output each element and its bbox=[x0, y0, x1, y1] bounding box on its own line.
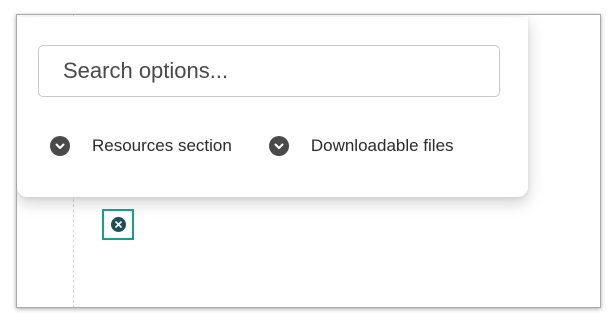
option-resources-section[interactable]: Resources section bbox=[50, 136, 232, 156]
option-label: Downloadable files bbox=[310, 136, 454, 155]
clear-button[interactable] bbox=[102, 209, 134, 240]
option-downloadable-files[interactable]: Downloadable files bbox=[268, 136, 454, 156]
options-list: Resources section Downloadable files bbox=[50, 136, 454, 156]
options-popover: Resources section Downloadable files bbox=[17, 17, 528, 197]
close-circle-icon bbox=[110, 217, 126, 232]
option-label: Resources section bbox=[92, 136, 232, 155]
search-input[interactable] bbox=[38, 45, 500, 97]
screenshot-frame: Resources section Downloadable files bbox=[16, 14, 601, 308]
chevron-down-icon bbox=[50, 136, 70, 156]
chevron-down-icon bbox=[268, 136, 289, 156]
